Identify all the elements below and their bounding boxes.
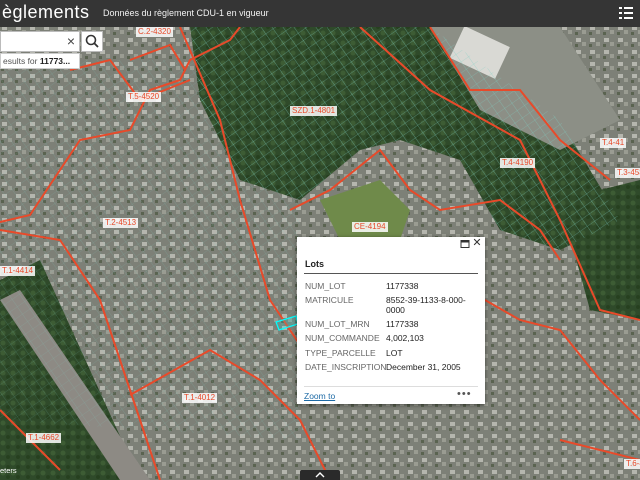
attribute-key: MATRICULE <box>305 295 354 305</box>
app-subtitle: Données du règlement CDU-1 en vigueur <box>103 8 269 18</box>
zone-label: CE-4194 <box>352 222 388 232</box>
search-button[interactable] <box>81 31 103 52</box>
zone-label: T.4-4190 <box>500 158 536 168</box>
grid-menu-icon[interactable] <box>618 5 634 21</box>
zone-label: T.6-4 <box>624 459 640 469</box>
app-header: èglements Données du règlement CDU-1 en … <box>0 0 640 27</box>
attribute-value: 4,002,103 <box>386 333 424 343</box>
attribute-key: NUM_LOT_MRN <box>305 319 370 329</box>
app-title: èglements <box>2 2 90 22</box>
expand-panel-button[interactable] <box>300 470 340 480</box>
attribute-value: 1177338 <box>386 319 419 329</box>
zone-label: T.1-4662 <box>26 433 62 443</box>
maximize-icon[interactable] <box>460 239 470 249</box>
attribute-key: DATE_INSCRIPTION <box>305 362 387 372</box>
zone-label: T.4-41 <box>600 138 627 148</box>
scale-bar-label: eters <box>0 466 17 475</box>
attribute-value: December 31, 2005 <box>386 362 461 372</box>
search-results-hint[interactable]: esults for 11773... <box>0 53 80 69</box>
popup-title: Lots <box>305 259 324 269</box>
divider <box>304 273 478 274</box>
attribute-value: LOT <box>386 348 403 358</box>
feature-popup: ✕ Lots NUM_LOT 1177338 MATRICULE 8552-39… <box>297 237 485 404</box>
zone-label: T.5-4520 <box>126 92 162 102</box>
results-prefix: esults for <box>3 56 40 66</box>
divider <box>304 386 478 387</box>
attribute-value: 1177338 <box>386 281 419 291</box>
results-query: 11773... <box>39 56 71 66</box>
zone-label: T.3-4530 <box>615 168 640 178</box>
more-actions-button[interactable]: ••• <box>457 388 472 400</box>
zone-label: T.1-4012 <box>182 393 218 403</box>
close-icon[interactable]: ✕ <box>472 238 482 249</box>
zone-label: T.1-4414 <box>0 266 36 276</box>
attribute-key: NUM_COMMANDE <box>305 333 380 343</box>
zoom-to-link[interactable]: Zoom to <box>304 391 335 401</box>
zone-label: T.2-4513 <box>103 218 139 228</box>
chevron-up-icon <box>315 472 325 478</box>
popup-toolbar <box>297 237 485 251</box>
attribute-value: 8552-39-1133-8-000-0000 <box>386 295 466 315</box>
zone-label: C.2-4320 <box>136 27 173 37</box>
close-icon[interactable]: × <box>64 34 78 48</box>
zone-label: SZD.1-4801 <box>290 106 338 116</box>
attribute-key: TYPE_PARCELLE <box>305 348 376 358</box>
attribute-key: NUM_LOT <box>305 281 346 291</box>
search-icon <box>85 34 99 48</box>
